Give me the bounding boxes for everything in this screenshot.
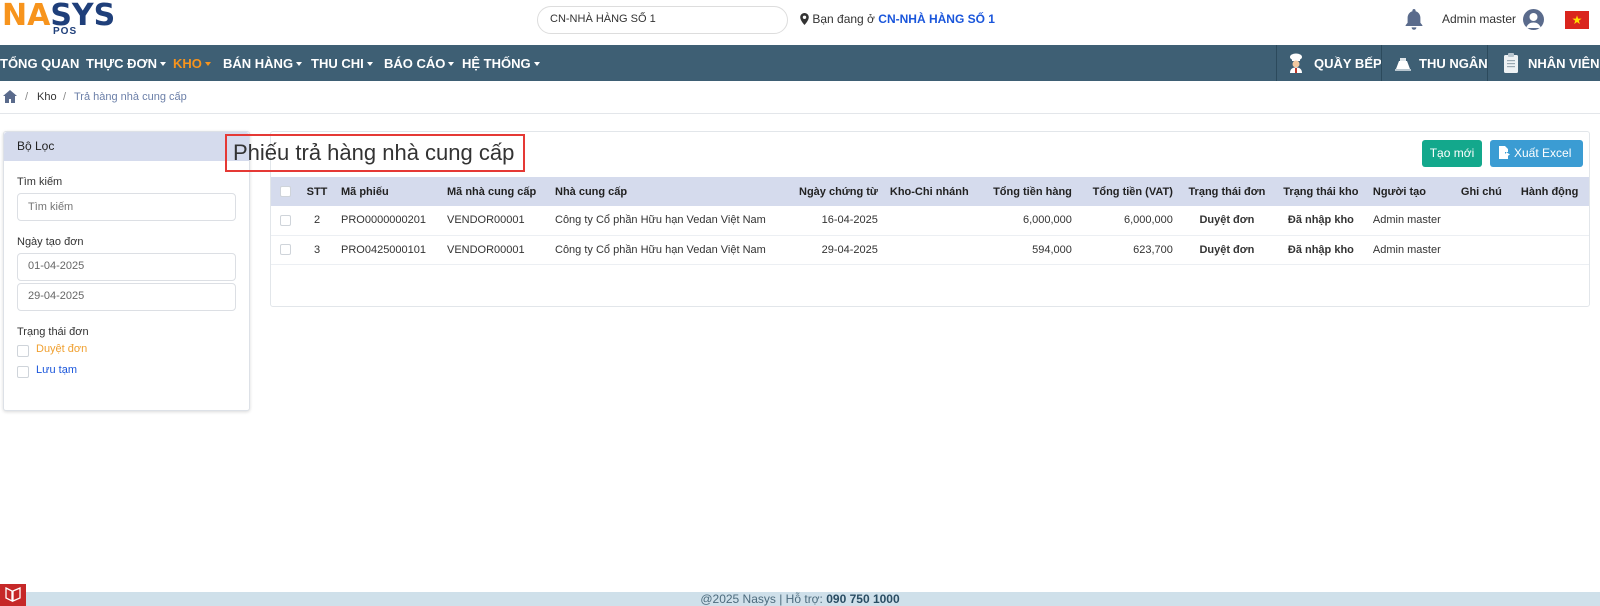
nav-kho[interactable]: KHO [173, 56, 211, 71]
page-title: Phiếu trả hàng nhà cung cấp [233, 140, 515, 165]
status-label-luu-tam[interactable]: Lưu tạm [36, 364, 77, 376]
status-checkbox-duyet-don[interactable] [17, 345, 29, 357]
caret-down-icon [533, 62, 540, 66]
select-all-checkbox[interactable] [279, 186, 291, 198]
search-input[interactable] [17, 193, 236, 221]
col-ghi-chu: Ghi chú [1454, 177, 1515, 206]
nav-thu-chi[interactable]: THU CHI [311, 56, 373, 71]
row-checkbox[interactable] [279, 214, 291, 226]
col-tong-tien-hang: Tổng tiền hàng [976, 177, 1078, 206]
col-nguoi-tao: Người tạo [1366, 177, 1455, 206]
top-header: NASYS POS CN-NHÀ HÀNG SỐ 1 Bạn đang ở CN… [0, 0, 1600, 45]
filter-title: Bộ Lọc [4, 132, 249, 161]
caret-down-icon [296, 62, 303, 66]
main-nav: TỔNG QUAN THỰC ĐƠN KHO BÁN HÀNG THU CHI … [0, 45, 1600, 81]
order-status[interactable]: Duyệt đơn [1178, 206, 1275, 236]
nav-thuc-don[interactable]: THỰC ĐƠN [86, 56, 166, 71]
stock-status[interactable]: Đã nhập kho [1274, 235, 1367, 265]
breadcrumb-current: Trả hàng nhà cung cấp [74, 91, 187, 103]
order-status[interactable]: Duyệt đơn [1178, 235, 1275, 265]
caret-down-icon [366, 62, 373, 66]
return-orders-table: STT Mã phiếu Mã nhà cung cấp Nhà cung cấ… [271, 177, 1589, 265]
nav-quay-bep[interactable]: QUẦY BẾP [1276, 45, 1382, 81]
row-checkbox[interactable] [279, 244, 291, 256]
order-code-link[interactable]: PRO0000000201 [335, 206, 441, 236]
order-code-link[interactable]: PRO0425000101 [335, 235, 441, 265]
footer: @2025 Nasys | Hỗ trợ: 090 750 1000 [0, 592, 1600, 606]
chef-icon [1290, 53, 1302, 73]
caret-down-icon [159, 62, 166, 66]
status-checkbox-luu-tam[interactable] [17, 366, 29, 378]
col-trang-thai-don: Trạng thái đơn [1178, 177, 1275, 206]
cashier-icon [1395, 58, 1411, 71]
col-ngay-chung-tu: Ngày chứng từ [793, 177, 884, 206]
user-icon [1526, 13, 1541, 28]
export-excel-button[interactable]: Xuất Excel [1490, 140, 1583, 167]
table-row[interactable]: 2 PRO0000000201 VENDOR00001 Công ty Cổ p… [271, 206, 1589, 236]
map-pin-icon [800, 13, 809, 25]
col-tong-tien-vat: Tổng tiền (VAT) [1077, 177, 1179, 206]
nav-thu-ngan[interactable]: THU NGÂN [1381, 45, 1488, 81]
col-trang-thai-kho: Trạng thái kho [1274, 177, 1367, 206]
home-icon[interactable] [3, 90, 17, 103]
app-badge-icon[interactable] [0, 584, 26, 606]
nasys-logo[interactable]: NASYS POS [0, 0, 120, 40]
col-ma-ncc: Mã nhà cung cấp [441, 177, 549, 206]
caret-down-icon [448, 62, 455, 66]
status-label-duyet-don[interactable]: Duyệt đơn [36, 343, 87, 355]
branch-select[interactable]: CN-NHÀ HÀNG SỐ 1 [537, 6, 788, 34]
nav-nhan-vien[interactable]: NHÂN VIÊN [1487, 45, 1600, 81]
bell-icon[interactable] [1404, 9, 1424, 31]
create-new-button[interactable]: Tạo mới [1422, 140, 1482, 167]
search-label: Tìm kiếm [17, 176, 63, 188]
col-kho-chi-nhanh: Kho-Chi nhánh [883, 177, 977, 206]
user-name[interactable]: Admin master [1442, 12, 1516, 26]
nav-bao-cao[interactable]: BÁO CÁO [384, 56, 455, 71]
date-from-field[interactable]: 01-04-2025 [17, 253, 236, 281]
col-stt: STT [299, 177, 335, 206]
col-ncc: Nhà cung cấp [549, 177, 793, 206]
nav-ban-hang[interactable]: BÁN HÀNG [223, 56, 303, 71]
col-hanh-dong: Hành động [1514, 177, 1589, 206]
breadcrumb-kho[interactable]: Kho [37, 91, 57, 103]
avatar[interactable] [1523, 9, 1544, 30]
caret-down-icon [204, 62, 211, 66]
col-ma-phieu: Mã phiếu [335, 177, 441, 206]
stock-status[interactable]: Đã nhập kho [1274, 206, 1367, 236]
page-title-box: Phiếu trả hàng nhà cung cấp [225, 134, 525, 172]
date-label: Ngày tạo đơn [17, 236, 84, 248]
clipboard-icon [1504, 53, 1518, 73]
vietnam-flag-icon[interactable]: ★ [1565, 11, 1589, 29]
location-branch: CN-NHÀ HÀNG SỐ 1 [878, 12, 995, 26]
breadcrumb: / Kho / Trả hàng nhà cung cấp [0, 81, 1600, 114]
file-export-icon [1499, 146, 1510, 159]
table-row[interactable]: 3 PRO0425000101 VENDOR00001 Công ty Cổ p… [271, 235, 1589, 265]
nav-tong-quan[interactable]: TỔNG QUAN [0, 56, 79, 71]
date-to-field[interactable]: 29-04-2025 [17, 283, 236, 311]
filter-panel: Bộ Lọc Tìm kiếm Ngày tạo đơn 01-04-2025 … [3, 131, 250, 411]
support-phone: 090 750 1000 [826, 592, 900, 606]
nav-he-thong[interactable]: HỆ THỐNG [462, 56, 540, 71]
table-header-row: STT Mã phiếu Mã nhà cung cấp Nhà cung cấ… [271, 177, 1589, 206]
current-location: Bạn đang ở CN-NHÀ HÀNG SỐ 1 [800, 12, 995, 26]
status-label: Trạng thái đơn [17, 326, 89, 338]
